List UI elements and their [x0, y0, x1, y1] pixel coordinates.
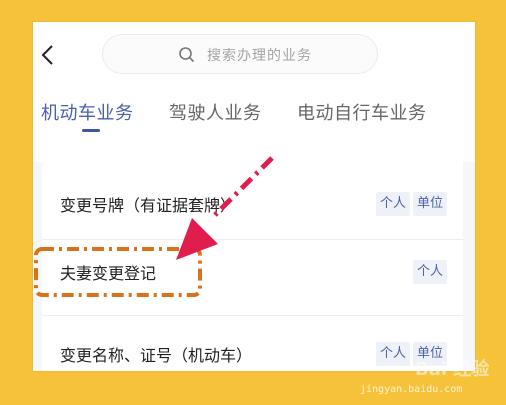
back-button[interactable] [37, 40, 61, 70]
tab-e-bike[interactable]: 电动自行车业务 [297, 99, 427, 125]
watermark-logo: Bai 经验 [415, 359, 490, 380]
search-icon [179, 47, 195, 63]
tag-personal[interactable]: 个人 [376, 192, 411, 216]
service-list: 变更号牌（有证据套牌） 个人 单位 夫妻变更登记 个人 变更名称、证号（机动车）… [42, 152, 463, 371]
tab-motor-vehicle[interactable]: 机动车业务 [41, 99, 134, 125]
service-label: 变更号牌（有证据套牌） [60, 196, 237, 215]
active-tab-indicator [82, 129, 100, 132]
list-item[interactable]: 夫妻变更登记 个人 [42, 240, 463, 320]
service-label: 夫妻变更登记 [60, 264, 157, 283]
header: 搜索办理的业务 机动车业务 驾驶人业务 电动自行车业务 [33, 22, 475, 162]
list-item[interactable]: 变更名称、证号（机动车） 个人 单位 [42, 316, 463, 371]
back-arrow-icon [41, 45, 53, 65]
tag-personal[interactable]: 个人 [376, 342, 411, 366]
tag-organization[interactable]: 单位 [413, 192, 448, 216]
search-placeholder: 搜索办理的业务 [207, 48, 312, 64]
service-label: 变更名称、证号（机动车） [60, 346, 253, 365]
tab-driver[interactable]: 驾驶人业务 [169, 99, 262, 125]
watermark-url: jingyan.baidu.com [360, 384, 463, 395]
tag-personal[interactable]: 个人 [413, 260, 448, 284]
search-bar[interactable]: 搜索办理的业务 [102, 34, 378, 74]
list-item[interactable]: 变更号牌（有证据套牌） 个人 单位 [42, 152, 463, 232]
phone-screen: 搜索办理的业务 机动车业务 驾驶人业务 电动自行车业务 变更号牌（有证据套牌） … [33, 22, 475, 371]
